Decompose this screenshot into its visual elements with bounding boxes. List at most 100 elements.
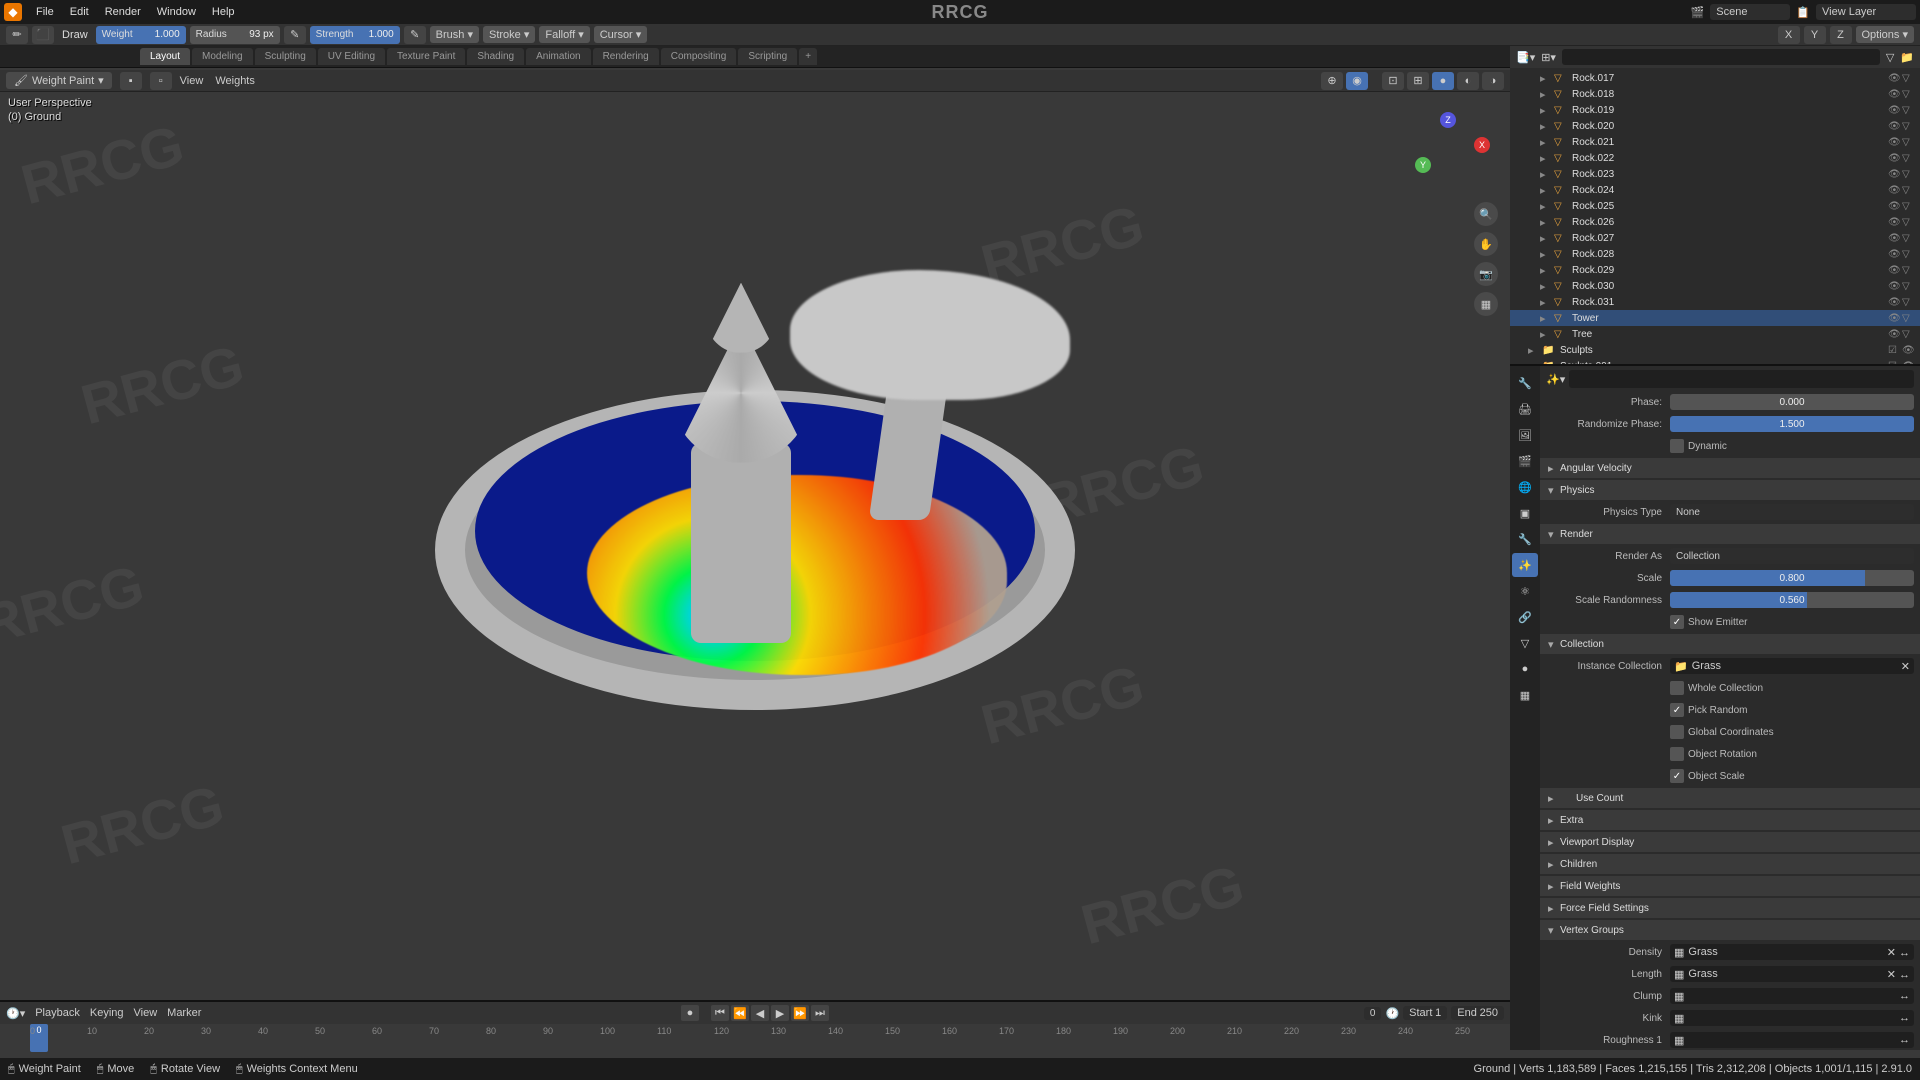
render-panel[interactable]: ▾Render [1540, 524, 1920, 544]
field-weights-panel[interactable]: ▸Field Weights [1540, 876, 1920, 896]
tab-rendering[interactable]: Rendering [593, 48, 659, 65]
tab-animation[interactable]: Animation [526, 48, 590, 65]
object-scale-checkbox[interactable] [1670, 769, 1684, 783]
properties-search[interactable] [1569, 370, 1914, 388]
outliner-item[interactable]: ▸▽Rock.024👁▽ [1510, 182, 1920, 198]
outliner-item[interactable]: ▸▽Rock.031👁▽ [1510, 294, 1920, 310]
render-as-select[interactable]: Collection [1670, 548, 1914, 564]
stroke-dropdown[interactable]: Stroke ▾ [483, 26, 535, 43]
outliner-item[interactable]: ▸▽Rock.026👁▽ [1510, 214, 1920, 230]
mirror-x-icon[interactable]: X [1778, 26, 1800, 44]
view-layer-input[interactable] [1816, 4, 1916, 20]
prop-editor-icon[interactable]: ✨▾ [1546, 373, 1565, 386]
view-menu[interactable]: View [180, 75, 204, 87]
angular-velocity-panel[interactable]: ▸Angular Velocity [1540, 458, 1920, 478]
window-menu[interactable]: Window [149, 6, 204, 18]
brush-tool-icon[interactable]: ✏ [6, 26, 28, 44]
outliner-item[interactable]: ▸▽Tower👁▽ [1510, 310, 1920, 326]
phase-slider[interactable]: 0.000 [1670, 394, 1914, 410]
ptab-texture-icon[interactable]: ▦ [1512, 683, 1538, 707]
jump-start-icon[interactable]: ⏮ [711, 1005, 729, 1021]
scene-name-input[interactable] [1710, 4, 1790, 20]
pick-random-checkbox[interactable] [1670, 703, 1684, 717]
length-picker[interactable]: ▦ Grass✕ ↔ [1670, 966, 1914, 982]
brush-dropdown[interactable]: Brush ▾ [430, 26, 479, 43]
preview-range-icon[interactable]: 🕐 [1385, 1007, 1399, 1020]
physics-panel[interactable]: ▾Physics [1540, 480, 1920, 500]
marker-menu[interactable]: Marker [167, 1007, 201, 1019]
timeline-ruler[interactable]: 0 01020304050607080901001101201301401501… [0, 1024, 1510, 1052]
clump-picker[interactable]: ▦↔ [1670, 988, 1914, 1004]
outliner-tree[interactable]: ▸▽Rock.017👁▽▸▽Rock.018👁▽▸▽Rock.019👁▽▸▽Ro… [1510, 68, 1920, 364]
roughness1-picker[interactable]: ▦↔ [1670, 1032, 1914, 1048]
gizmo-toggle-icon[interactable]: ⊕ [1321, 72, 1343, 90]
shading-solid-icon[interactable]: ● [1432, 72, 1454, 90]
outliner-item[interactable]: ▸▽Rock.021👁▽ [1510, 134, 1920, 150]
tab-uv-editing[interactable]: UV Editing [318, 48, 385, 65]
strength-pressure-icon[interactable]: ✎ [404, 26, 426, 44]
pan-icon[interactable]: ✋ [1474, 232, 1498, 256]
ptab-particles-icon[interactable]: ✨ [1512, 553, 1538, 577]
play-icon[interactable]: ▶ [771, 1005, 789, 1021]
ptab-modifier-icon[interactable]: 🔧 [1512, 527, 1538, 551]
density-picker[interactable]: ▦ Grass✕ ↔ [1670, 944, 1914, 960]
outliner-editor-icon[interactable]: 📑▾ [1516, 51, 1535, 64]
viewport-display-panel[interactable]: ▸Viewport Display [1540, 832, 1920, 852]
outliner-item[interactable]: ▸▽Rock.017👁▽ [1510, 70, 1920, 86]
ptab-output-icon[interactable]: 🖨 [1512, 397, 1538, 421]
cursor-dropdown[interactable]: Cursor ▾ [594, 26, 648, 43]
jump-prev-key-icon[interactable]: ⏪ [731, 1005, 749, 1021]
end-frame-input[interactable]: End 250 [1451, 1006, 1504, 1020]
timeline-editor-icon[interactable]: 🕐▾ [6, 1007, 25, 1020]
tab-sculpting[interactable]: Sculpting [255, 48, 316, 65]
outliner-item[interactable]: ▸▽Rock.029👁▽ [1510, 262, 1920, 278]
weights-menu[interactable]: Weights [215, 75, 255, 87]
tab-layout[interactable]: Layout [140, 48, 190, 65]
outliner-item[interactable]: ▸▽Rock.028👁▽ [1510, 246, 1920, 262]
mode-selector[interactable]: 🖌 Weight Paint ▾ [6, 72, 112, 89]
camera-icon[interactable]: 📷 [1474, 262, 1498, 286]
outliner-item[interactable]: ▸▽Rock.019👁▽ [1510, 102, 1920, 118]
outliner-collection[interactable]: ▸📁Sculpts.001☑👁 [1510, 358, 1920, 364]
outliner-search[interactable] [1562, 49, 1880, 65]
face-select-icon[interactable]: ▫ [150, 72, 172, 90]
tab-modeling[interactable]: Modeling [192, 48, 253, 65]
tab-add[interactable]: + [799, 48, 817, 65]
outliner-item[interactable]: ▸▽Rock.022👁▽ [1510, 150, 1920, 166]
tab-scripting[interactable]: Scripting [738, 48, 797, 65]
random-phase-slider[interactable]: 1.500 [1670, 416, 1914, 432]
new-collection-icon[interactable]: 📁 [1900, 51, 1914, 64]
outliner-item[interactable]: ▸▽Rock.025👁▽ [1510, 198, 1920, 214]
outliner-collection[interactable]: ▸📁Sculpts☑👁 [1510, 342, 1920, 358]
instance-collection-picker[interactable]: 📁 Grass✕ [1670, 658, 1914, 674]
start-frame-input[interactable]: Start 1 [1403, 1006, 1447, 1020]
outliner-item[interactable]: ▸▽Rock.027👁▽ [1510, 230, 1920, 246]
outliner-item[interactable]: ▸▽Tree👁▽ [1510, 326, 1920, 342]
extra-panel[interactable]: ▸Extra [1540, 810, 1920, 830]
show-emitter-checkbox[interactable] [1670, 615, 1684, 629]
xray-icon[interactable]: ⊡ [1382, 72, 1404, 90]
shading-rendered-icon[interactable]: ◑ [1482, 72, 1504, 90]
collection-panel[interactable]: ▾Collection [1540, 634, 1920, 654]
scale-randomness-slider[interactable]: 0.560 [1670, 592, 1914, 608]
render-menu[interactable]: Render [97, 6, 149, 18]
vertex-groups-panel[interactable]: ▾Vertex Groups [1540, 920, 1920, 940]
force-field-panel[interactable]: ▸Force Field Settings [1540, 898, 1920, 918]
vertex-select-icon[interactable]: ▪ [120, 72, 142, 90]
properties-body[interactable]: ✨▾ Phase: 0.000 Randomize Phase: 1.500 D… [1540, 366, 1920, 1050]
global-coords-checkbox[interactable] [1670, 725, 1684, 739]
ptab-scene-icon[interactable]: 🎬 [1512, 449, 1538, 473]
filter-icon[interactable]: ▽ [1886, 51, 1894, 64]
shading-wireframe-icon[interactable]: ⊞ [1407, 72, 1429, 90]
outliner-display-icon[interactable]: ⊞▾ [1541, 51, 1556, 64]
physics-type-select[interactable]: None [1670, 504, 1914, 520]
3d-viewport[interactable]: User Perspective (0) Ground RRCG RRCG RR… [0, 92, 1510, 980]
overlay-toggle-icon[interactable]: ◉ [1346, 72, 1368, 90]
outliner-item[interactable]: ▸▽Rock.023👁▽ [1510, 166, 1920, 182]
strength-slider[interactable]: Strength 1.000 [310, 26, 400, 44]
dynamic-checkbox[interactable] [1670, 439, 1684, 453]
ptab-world-icon[interactable]: 🌐 [1512, 475, 1538, 499]
radius-slider[interactable]: Radius 93 px [190, 26, 280, 44]
keying-menu[interactable]: Keying [90, 1007, 124, 1019]
tab-shading[interactable]: Shading [467, 48, 524, 65]
